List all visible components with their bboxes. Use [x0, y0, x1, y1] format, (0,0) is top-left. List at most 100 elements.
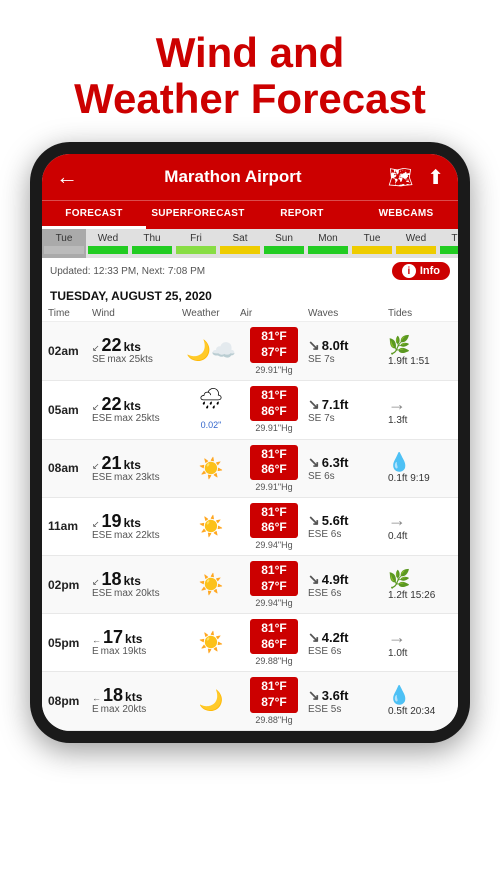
- wind-direction: ESE: [92, 413, 112, 424]
- tides-cell: 💧 0.5ft 20:34: [388, 685, 458, 717]
- day-cell-8[interactable]: Wed: [394, 229, 438, 258]
- day-label: Sat: [220, 233, 260, 244]
- waves-cell: ↘ 4.9ft ESE 6s: [308, 571, 388, 599]
- share-icon[interactable]: ⬆: [427, 165, 444, 190]
- waves-cell: ↘ 8.0ft SE 7s: [308, 337, 388, 365]
- temp-low: 86°F: [255, 520, 293, 536]
- wind-speed: 18: [103, 686, 123, 704]
- day-cell-0[interactable]: Tue: [42, 229, 86, 258]
- forecast-list: 02am ↙ 22 kts SE max 25kts 🌙☁️ 81°F 87°F…: [42, 322, 458, 730]
- pressure: 29.91"Hg: [255, 482, 292, 492]
- tab-forecast[interactable]: FORECAST: [42, 201, 146, 229]
- wave-dir: SE 7s: [308, 354, 388, 365]
- temp-box: 81°F 86°F: [250, 445, 298, 480]
- wind-speed: 17: [103, 628, 123, 646]
- map-icon[interactable]: 🗺: [388, 165, 413, 190]
- page-title: Wind and Weather Forecast: [0, 0, 500, 142]
- wave-dir: SE 7s: [308, 413, 388, 424]
- tide-icon: 🌿: [388, 569, 410, 590]
- tab-report[interactable]: REPORT: [250, 201, 354, 229]
- back-button[interactable]: ←: [56, 164, 78, 190]
- phone-frame: ← Marathon Airport 🗺 ⬆ FORECAST SUPERFOR…: [30, 142, 470, 742]
- day-bar: [176, 246, 216, 254]
- day-selector: Tue Wed Thu Fri Sat: [42, 229, 458, 258]
- day-cell-7[interactable]: Tue: [350, 229, 394, 258]
- wave-height: ↘ 4.2ft: [308, 629, 388, 646]
- wave-arrow: ↘: [308, 337, 320, 354]
- tab-webcams[interactable]: WEBCAMS: [354, 201, 458, 229]
- wind-dir-line: E max 19kts: [92, 646, 182, 657]
- info-label: Info: [420, 265, 440, 277]
- pressure: 29.94"Hg: [255, 540, 292, 550]
- temp-high: 81°F: [255, 621, 293, 637]
- temp-high: 81°F: [255, 447, 293, 463]
- day-bar: [440, 246, 458, 254]
- table-row: 05pm ← 17 kts E max 19kts ☀️ 81°F 86°F 2…: [42, 614, 458, 672]
- tab-superforecast[interactable]: SUPERFORECAST: [146, 201, 250, 229]
- col-wind: Wind: [92, 308, 182, 319]
- phone-wrapper: ← Marathon Airport 🗺 ⬆ FORECAST SUPERFOR…: [0, 142, 500, 762]
- weather-icon: ☀️: [182, 514, 240, 539]
- wave-dir: ESE 6s: [308, 588, 388, 599]
- tide-value: 0.4ft: [388, 531, 407, 542]
- temp-high: 81°F: [255, 329, 293, 345]
- table-row: 05am ↙ 22 kts ESE max 25kts 🌧0.02" 81°F …: [42, 381, 458, 440]
- temp-box: 81°F 87°F: [250, 561, 298, 596]
- col-weather: Weather: [182, 308, 240, 319]
- wave-height-val: 4.2ft: [322, 630, 349, 645]
- weather-icon: 🌙☁️: [182, 338, 240, 363]
- wave-height: ↘ 3.6ft: [308, 687, 388, 704]
- day-bar: [88, 246, 128, 254]
- info-button[interactable]: i Info: [392, 262, 450, 280]
- tide-icon: →: [388, 510, 406, 531]
- temp-low: 87°F: [255, 345, 293, 361]
- wind-dir-line: ESE max 22kts: [92, 530, 182, 541]
- air-cell: 81°F 87°F 29.91"Hg: [240, 327, 308, 374]
- wind-unit: kts: [124, 340, 141, 354]
- day-cell-4[interactable]: Sat: [218, 229, 262, 258]
- day-cell-6[interactable]: Mon: [306, 229, 350, 258]
- temp-box: 81°F 87°F: [250, 327, 298, 362]
- tide-value: 1.9ft 1:51: [388, 356, 430, 367]
- temp-high: 81°F: [255, 388, 293, 404]
- temp-low: 87°F: [255, 579, 293, 595]
- day-cell-1[interactable]: Wed: [86, 229, 130, 258]
- wind-unit: kts: [124, 516, 141, 530]
- waves-cell: ↘ 3.6ft ESE 5s: [308, 687, 388, 715]
- wind-dir-indicator: ↙: [92, 343, 100, 354]
- wind-dir-indicator: ↙: [92, 577, 100, 588]
- weather-icon: 🌙: [182, 688, 240, 713]
- day-label: Wed: [396, 233, 436, 244]
- temp-low: 86°F: [255, 637, 293, 653]
- waves-cell: ↘ 6.3ft SE 6s: [308, 454, 388, 482]
- temp-high: 81°F: [255, 679, 293, 695]
- tide-value: 1.2ft 15:26: [388, 590, 435, 601]
- day-cell-2[interactable]: Thu: [130, 229, 174, 258]
- table-row: 08pm ← 18 kts E max 20kts 🌙 81°F 87°F 29…: [42, 672, 458, 730]
- temp-low: 86°F: [255, 404, 293, 420]
- wind-dir-line: SE max 25kts: [92, 354, 182, 365]
- temp-high: 81°F: [255, 563, 293, 579]
- time-cell: 05am: [48, 403, 92, 417]
- day-cell-5[interactable]: Sun: [262, 229, 306, 258]
- wind-unit: kts: [124, 574, 141, 588]
- wave-dir: ESE 6s: [308, 646, 388, 657]
- day-cell-9[interactable]: Thu: [438, 229, 458, 258]
- wind-cell: ↙ 18 kts ESE max 20kts: [92, 570, 182, 599]
- tide-icon: 💧: [388, 685, 410, 706]
- wave-arrow: ↘: [308, 454, 320, 471]
- wave-height-val: 8.0ft: [322, 338, 349, 353]
- day-label: Mon: [308, 233, 348, 244]
- time-cell: 05pm: [48, 636, 92, 650]
- wave-arrow: ↘: [308, 629, 320, 646]
- col-tides: Tides: [388, 308, 458, 319]
- day-cell-3[interactable]: Fri: [174, 229, 218, 258]
- updated-text: Updated: 12:33 PM, Next: 7:08 PM: [50, 266, 205, 277]
- wind-direction: ESE: [92, 588, 112, 599]
- weather-icon: ☀️: [182, 456, 240, 481]
- wave-arrow: ↘: [308, 396, 320, 413]
- wave-dir: ESE 6s: [308, 529, 388, 540]
- wave-arrow: ↘: [308, 512, 320, 529]
- tide-value: 1.0ft: [388, 648, 407, 659]
- wave-height: ↘ 6.3ft: [308, 454, 388, 471]
